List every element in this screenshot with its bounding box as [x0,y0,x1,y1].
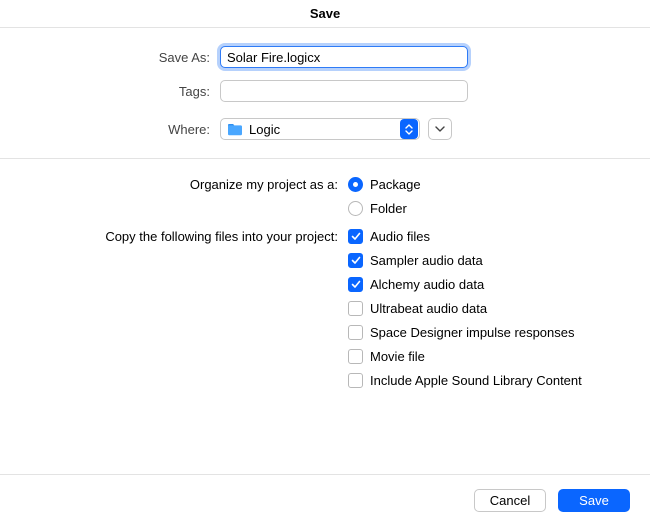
organize-option-label: Package [370,177,421,192]
tags-input[interactable] [220,80,468,102]
window-title: Save [310,6,340,21]
dialog-footer: Cancel Save [0,474,650,526]
copy-row-5: Movie file [20,349,630,364]
divider [0,158,650,159]
chevron-down-icon [435,126,445,132]
copy-checkbox-apple-sound-library[interactable] [348,373,363,388]
copy-row-4: Space Designer impulse responses [20,325,630,340]
copy-checkbox-alchemy[interactable] [348,277,363,292]
save-button-label: Save [579,493,609,508]
save-as-label: Save As: [20,50,220,65]
copy-checkbox-space-designer[interactable] [348,325,363,340]
where-select[interactable]: Logic [220,118,420,140]
save-as-input[interactable] [220,46,468,68]
updown-icon [400,119,418,139]
copy-row-2: Alchemy audio data [20,277,630,292]
window-titlebar: Save [0,0,650,28]
copy-option-label: Movie file [370,349,425,364]
copy-option-label: Space Designer impulse responses [370,325,575,340]
save-button[interactable]: Save [558,489,630,512]
where-row: Where: Logic [20,118,630,140]
organize-label: Organize my project as a: [20,177,348,192]
tags-label: Tags: [20,84,220,99]
organize-option-label: Folder [370,201,407,216]
copy-option-label: Sampler audio data [370,253,483,268]
dialog-content: Save As: Tags: Where: Logic [0,28,650,388]
copy-checkbox-movie-file[interactable] [348,349,363,364]
organize-radio-folder[interactable] [348,201,363,216]
copy-label: Copy the following files into your proje… [20,229,348,244]
copy-checkbox-audio-files[interactable] [348,229,363,244]
tags-row: Tags: [20,80,630,102]
organize-row-1: Folder [20,201,630,216]
organize-row-0: Organize my project as a: Package [20,177,630,192]
where-value: Logic [249,122,400,137]
cancel-button-label: Cancel [490,493,530,508]
copy-row-0: Copy the following files into your proje… [20,229,630,244]
save-as-row: Save As: [20,46,630,68]
copy-option-label: Alchemy audio data [370,277,484,292]
where-label: Where: [20,122,220,137]
organize-radio-package[interactable] [348,177,363,192]
copy-row-6: Include Apple Sound Library Content [20,373,630,388]
copy-option-label: Ultrabeat audio data [370,301,487,316]
copy-row-3: Ultrabeat audio data [20,301,630,316]
copy-option-label: Include Apple Sound Library Content [370,373,582,388]
expand-button[interactable] [428,118,452,140]
folder-icon [227,123,243,136]
copy-checkbox-sampler[interactable] [348,253,363,268]
copy-row-1: Sampler audio data [20,253,630,268]
cancel-button[interactable]: Cancel [474,489,546,512]
copy-checkbox-ultrabeat[interactable] [348,301,363,316]
copy-option-label: Audio files [370,229,430,244]
